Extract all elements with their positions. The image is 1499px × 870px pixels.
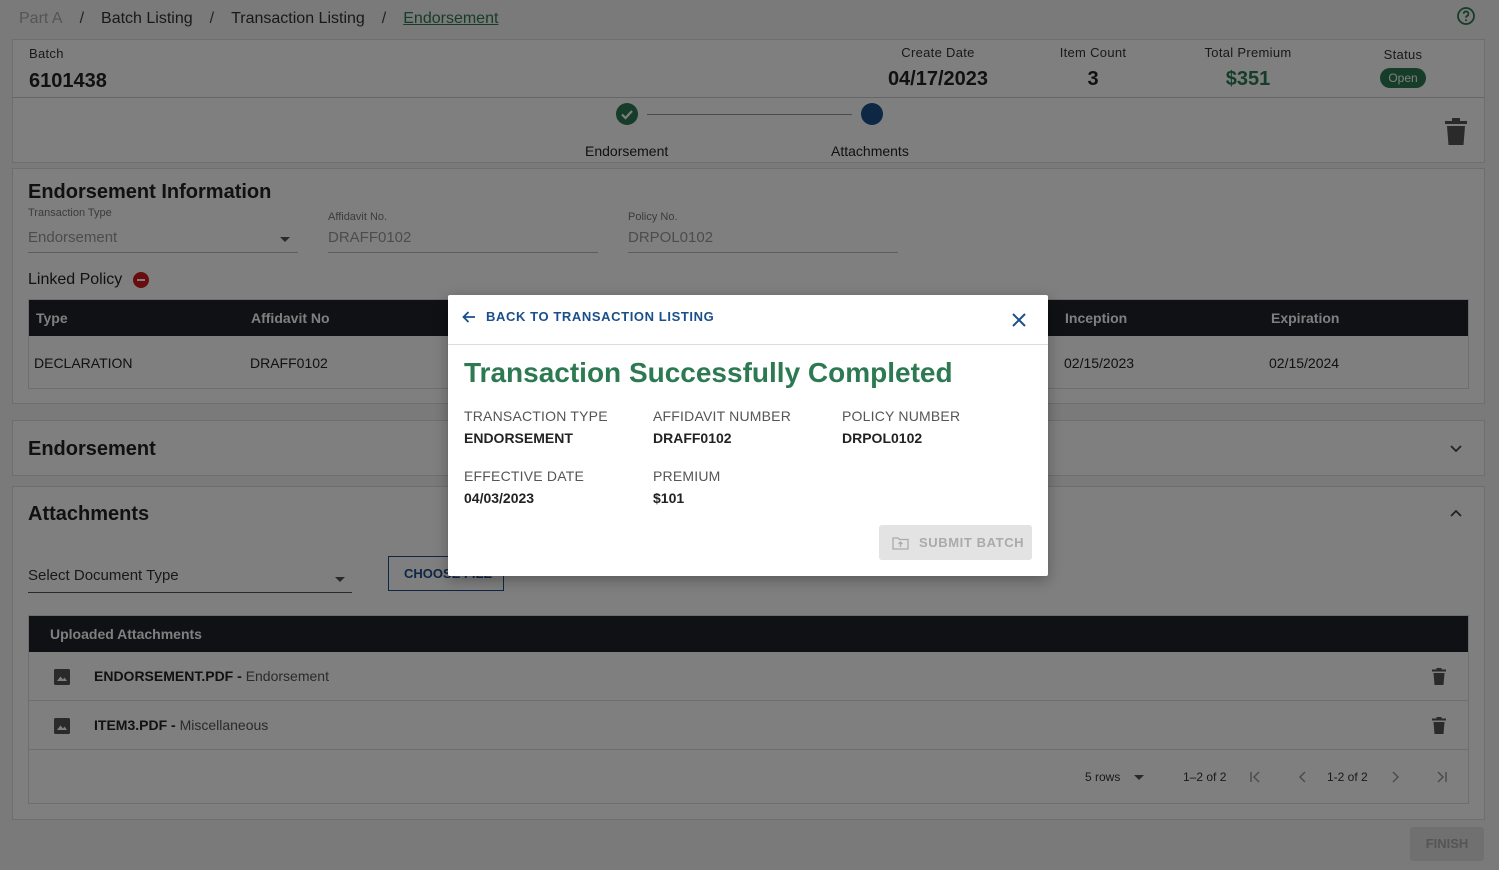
transaction-type-summary: TRANSACTION TYPE ENDORSEMENT: [464, 408, 608, 446]
back-link-label: BACK TO TRANSACTION LISTING: [486, 309, 715, 324]
summary-label: POLICY NUMBER: [842, 408, 961, 424]
affidavit-number-summary: AFFIDAVIT NUMBER DRAFF0102: [653, 408, 791, 446]
summary-value: DRAFF0102: [653, 430, 732, 446]
summary-value: ENDORSEMENT: [464, 430, 573, 446]
transaction-complete-dialog: BACK TO TRANSACTION LISTING Transaction …: [448, 295, 1048, 576]
summary-value: $101: [653, 490, 685, 506]
dialog-title: Transaction Successfully Completed: [464, 357, 953, 388]
dialog-header: BACK TO TRANSACTION LISTING: [448, 295, 1048, 345]
submit-batch-label: SUBMIT BATCH: [919, 535, 1025, 550]
submit-batch-button[interactable]: SUBMIT BATCH: [879, 525, 1032, 560]
arrow-left-icon: [462, 310, 475, 323]
close-icon[interactable]: [1011, 312, 1027, 328]
premium-summary: PREMIUM $101: [653, 468, 721, 506]
effective-date-summary: EFFECTIVE DATE 04/03/2023: [464, 468, 584, 506]
summary-label: EFFECTIVE DATE: [464, 468, 584, 484]
folder-upload-icon: [892, 536, 909, 550]
summary-value: DRPOL0102: [842, 430, 923, 446]
back-to-transaction-listing-link[interactable]: BACK TO TRANSACTION LISTING: [462, 309, 714, 324]
summary-label: PREMIUM: [653, 468, 721, 484]
summary-label: TRANSACTION TYPE: [464, 408, 608, 424]
policy-number-summary: POLICY NUMBER DRPOL0102: [842, 408, 960, 446]
summary-label: AFFIDAVIT NUMBER: [653, 408, 792, 424]
summary-value: 04/03/2023: [464, 490, 535, 506]
